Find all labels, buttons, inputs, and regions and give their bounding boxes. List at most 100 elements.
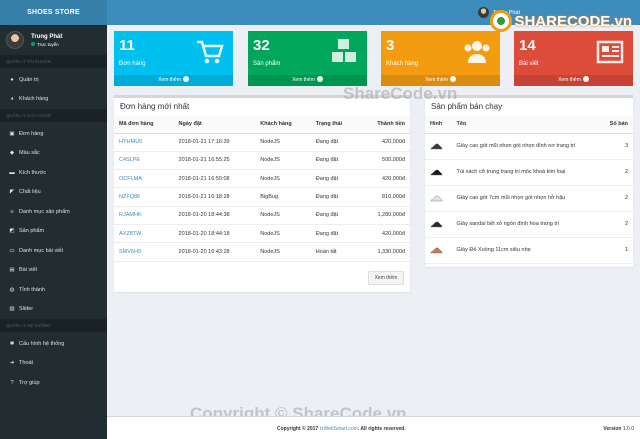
- orders-table: Mã đơn hàng Ngày đặt Khách hàng Trạng thái T…: [114, 116, 410, 262]
- sidebar-item[interactable]: ≡ Danh mục sản phẩm: [0, 202, 107, 222]
- stat-more-link[interactable]: Xem thêm: [114, 75, 233, 86]
- sidebar-item-label: Danh mục bài viết: [19, 247, 64, 254]
- sidebar-item[interactable]: ▣ Đơn hàng: [0, 124, 107, 144]
- table-cell: 2018-01-20 18:44:18: [173, 224, 256, 244]
- user-panel: Trung Phát Trực tuyến: [0, 25, 107, 55]
- arrow-circle-right-icon: [449, 76, 456, 82]
- order-code-cell: HYHMU0: [114, 133, 174, 152]
- product-image: [430, 247, 443, 253]
- table-row[interactable]: OCFLMA 2018-01-21 16:50:08 NodeJS Đang đặt 4…: [114, 169, 410, 189]
- table-row[interactable]: Giày cao gót 7cm mũi nhọn gót nhọn hở hậ…: [425, 185, 633, 212]
- user-name: Trung Phát: [31, 33, 63, 40]
- table-row[interactable]: SMV6H9 2018-01-20 16:43:28 NodeJS Hoàn tất 1…: [114, 242, 410, 262]
- order-code-cell: AXZ8TW: [114, 224, 174, 244]
- sidebar-item[interactable]: ▬ Kích thước: [0, 163, 107, 183]
- table-row[interactable]: Giày Đế Xuồng 11cm siêu nhẹ 1: [425, 237, 633, 264]
- table-row[interactable]: AXZ8TW 2018-01-20 18:44:18 NodeJS Đang đặt 4…: [114, 224, 410, 244]
- newspaper-icon: ▤: [9, 267, 15, 274]
- table-cell: Đang đặt: [310, 169, 360, 189]
- stat-more-label: Xem thêm: [558, 77, 581, 83]
- product-image: [430, 143, 443, 149]
- view-more-orders-button[interactable]: Xem thêm: [368, 271, 404, 285]
- table-cell: 810,000đ: [359, 187, 410, 207]
- sidebar-item-label: Slider: [19, 306, 34, 313]
- order-code-link[interactable]: OCFLMA: [119, 176, 142, 182]
- sidebar-item[interactable]: ● Quản trị: [0, 70, 107, 90]
- sidebar-section-header: QUẢN LÝ TÀI KHOẢN: [0, 55, 107, 68]
- table-row[interactable]: HYHMU0 2018-01-21 17:16:39 NodeJS Đang đặt 4…: [114, 133, 410, 152]
- sidebar-item[interactable]: ◩ Sản phẩm: [0, 222, 107, 242]
- order-code-link[interactable]: RJAMHK: [119, 212, 142, 218]
- table-row[interactable]: RJAMHK 2018-01-20 18:44:38 NodeJS Đang đặt 1…: [114, 206, 410, 225]
- product-name[interactable]: Giày Đế Xuồng 11cm siêu nhẹ: [451, 237, 601, 264]
- table-cell: 420,000đ: [359, 169, 410, 189]
- sidebar-item[interactable]: ▧ Slider: [0, 300, 107, 320]
- stat-value: 14: [519, 37, 536, 54]
- sidebar-item[interactable]: ◆ Màu sắc: [0, 144, 107, 164]
- sidebar-item[interactable]: ✱ Cấu hình hệ thống: [0, 334, 107, 354]
- brand-text: SHARECODE.vn: [514, 12, 632, 30]
- order-code-link[interactable]: AXZ8TW: [119, 231, 141, 237]
- version: Version 1.0.0: [603, 426, 634, 432]
- table-cell: 2018-01-21 16:55:25: [173, 151, 256, 171]
- users-icon: [462, 37, 492, 67]
- order-code-link[interactable]: HYHMU0: [119, 139, 142, 145]
- table-row[interactable]: C4SLPE 2018-01-21 16:55:25 NodeJS Đang đặt 5…: [114, 151, 410, 171]
- table-row[interactable]: Giày cao gót mũi nhọn gót nhọn đính nơ t…: [425, 133, 633, 160]
- bestsellers-panel: Sản phẩm bán chạy Hình Tên Số bán Giày cao…: [425, 95, 633, 267]
- column-header: Trạng thái: [310, 116, 360, 134]
- arrow-circle-right-icon: [182, 76, 189, 82]
- table-cell: NodeJS: [255, 206, 311, 225]
- table-cell: 2018-01-21 16:18:28: [173, 187, 256, 207]
- table-row[interactable]: NZFQ86 2018-01-21 16:18:28 BigBug Đang đặt 8…: [114, 187, 410, 207]
- sidebar-item[interactable]: ▭ Danh mục bài viết: [0, 241, 107, 261]
- order-code-cell: RJAMHK: [114, 206, 174, 225]
- brand-logo-icon: [490, 10, 513, 32]
- stat-value: 11: [119, 37, 135, 54]
- table-cell: NodeJS: [255, 133, 311, 152]
- sidebar-item-label: Tỉnh thành: [19, 286, 45, 293]
- product-name[interactable]: Giày cao gót 7cm mũi nhọn gót nhọn hở hậ…: [451, 185, 601, 212]
- stat-label: Đơn hàng: [119, 61, 146, 67]
- sidebar-item[interactable]: ? Trợ giúp: [0, 373, 107, 393]
- cart-icon: [195, 37, 225, 67]
- help-icon: ?: [10, 379, 14, 386]
- table-cell: 2018-01-21 16:50:08: [173, 169, 256, 189]
- table-row[interactable]: Giày sandal bệt xỏ ngón đính hoa trang t…: [425, 211, 633, 238]
- stat-more-link[interactable]: Xem thêm: [514, 75, 633, 86]
- product-name[interactable]: Giày sandal bệt xỏ ngón đính hoa trang t…: [451, 211, 601, 238]
- table-cell: 1,330,000đ: [359, 242, 410, 262]
- sidebar-item[interactable]: ➜ Thoát: [0, 354, 107, 374]
- product-name[interactable]: Túi xách cỡ trung trang trí móc khoá kim…: [451, 159, 601, 186]
- product-image: [430, 195, 443, 201]
- sidebar-item[interactable]: ◕ Khách hàng: [0, 90, 107, 110]
- table-cell: 500,000đ: [359, 151, 410, 171]
- avatar: [6, 31, 24, 49]
- sidebar-item[interactable]: ◤ Chất liệu: [0, 183, 107, 203]
- order-code-link[interactable]: NZFQ86: [119, 194, 140, 200]
- copyright-link[interactable]: IzWebSmart.com: [320, 426, 358, 432]
- app-logo[interactable]: SHOES STORE: [0, 0, 107, 25]
- arrow-circle-right-icon: [582, 76, 589, 82]
- folder-icon: ▭: [9, 247, 15, 254]
- footer: Copyright © 2017 IzWebSmart.com. All rig…: [107, 416, 640, 439]
- sidebar-item-label: Cấu hình hệ thống: [19, 340, 65, 347]
- sidebar-item[interactable]: ▤ Bài viết: [0, 261, 107, 281]
- table-row[interactable]: Túi xách cỡ trung trang trí móc khoá kim…: [425, 159, 633, 186]
- stat-more-label: Xem thêm: [425, 77, 448, 83]
- order-code-link[interactable]: C4SLPE: [119, 157, 140, 163]
- stat-label: Sản phẩm: [253, 61, 281, 67]
- sidebar-item-label: Kích thước: [19, 169, 47, 176]
- product-name[interactable]: Giày cao gót mũi nhọn gót nhọn đính nơ t…: [451, 133, 601, 160]
- table-cell: Đang đặt: [310, 187, 360, 207]
- online-dot-icon: [31, 42, 35, 46]
- copyright-suffix: . All rights reserved.: [357, 426, 406, 432]
- order-code-link[interactable]: SMV6H9: [119, 249, 141, 255]
- column-header: Thành tiền: [359, 116, 410, 134]
- sidebar-item[interactable]: ◍ Tỉnh thành: [0, 280, 107, 300]
- table-cell: 2018-01-21 17:16:39: [173, 133, 256, 152]
- ruler-icon: ▬: [9, 169, 15, 176]
- newspaper-icon: [595, 37, 625, 67]
- stat-more-label: Xem thêm: [292, 77, 315, 83]
- copyright: Copyright © 2017 IzWebSmart.com. All rig…: [277, 426, 406, 432]
